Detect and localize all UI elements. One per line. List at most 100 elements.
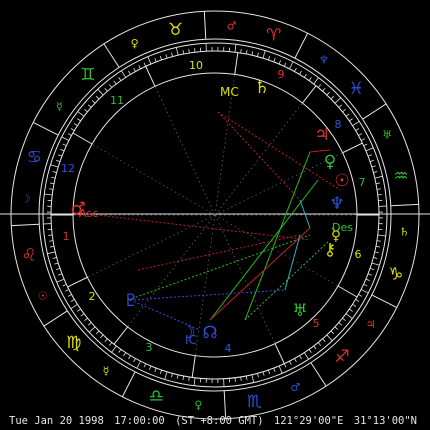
sign-cancer-glyph: ♋ (27, 147, 42, 167)
degree-tick (118, 349, 122, 353)
footer-zone: (ST +8:00 GMT) (175, 415, 264, 427)
degree-tick (88, 326, 96, 333)
house-number-8: 8 (335, 118, 342, 131)
sign-gemini-ruler: ☿ (56, 100, 63, 113)
saturn-glyph: ♄ (254, 78, 269, 98)
sign-divider (103, 43, 120, 68)
sign-aries-ruler: ♂ (227, 20, 237, 33)
house-cusp-dotted (87, 214, 216, 278)
degree-tick (84, 108, 88, 113)
house-number-4: 4 (225, 342, 232, 355)
sign-divider (294, 33, 309, 59)
house-cusp (302, 85, 317, 104)
degree-tick (56, 159, 61, 162)
degree-tick (251, 51, 254, 56)
sign-aquarius-glyph: ♒ (393, 166, 408, 186)
degree-tick (334, 326, 339, 330)
aspect-line (137, 234, 301, 271)
degree-tick (171, 373, 173, 378)
degree-tick (44, 193, 53, 196)
sign-divider (11, 223, 40, 227)
degree-tick (322, 338, 326, 343)
des-label: Des (332, 221, 353, 234)
house-number-12: 12 (61, 162, 75, 175)
venus-glyph: ♀ (324, 152, 336, 172)
degree-tick (345, 313, 353, 319)
degree-tick (128, 70, 131, 75)
house-number-3: 3 (146, 341, 153, 354)
sign-pisces-ruler: ♆ (319, 53, 329, 66)
jupiter-glyph: ♃ (314, 125, 329, 145)
house-number-11: 11 (110, 94, 124, 107)
sign-divider (371, 294, 397, 309)
degree-tick (349, 308, 353, 312)
footer-longitude: 121°29'00"E (273, 415, 344, 427)
degree-tick (171, 52, 173, 57)
sign-divider (121, 371, 136, 397)
neptune-glyph: ♆ (329, 194, 344, 214)
degree-tick (52, 257, 57, 259)
degree-tick (87, 104, 92, 108)
degree-tick (108, 342, 113, 346)
degree-tick (257, 52, 259, 57)
degree-tick (313, 77, 319, 85)
sign-libra-glyph: ♎ (149, 387, 164, 407)
degree-tick (240, 376, 242, 381)
astrology-chart-wheel: ♈♂♉♀♊☿♋☽♌☉♍☿♎ ♀ ♏♂♐♃♑♄♒♅♓♆ 123 456789101112… (0, 10, 430, 420)
degree-tick (326, 91, 330, 96)
degree-tick (313, 345, 317, 350)
degree-tick (262, 50, 266, 59)
degree-tick (56, 268, 61, 271)
degree-tick (50, 182, 55, 185)
house-number-5: 5 (313, 317, 320, 330)
degree-tick (273, 367, 276, 372)
degree-tick (80, 313, 85, 317)
degree-tick (363, 283, 368, 287)
degree-tick (49, 240, 54, 242)
degree-tick (308, 349, 312, 353)
sign-scorpio-glyph: ♏ (247, 392, 262, 412)
sign-virgo-ruler: ☿ (103, 365, 110, 378)
degree-tick (67, 294, 72, 297)
degree-tick (58, 154, 63, 157)
degree-tick (65, 289, 70, 292)
aspect-line (79, 212, 311, 241)
degree-tick (278, 365, 283, 374)
degree-tick (61, 136, 70, 141)
degree-tick (240, 49, 242, 54)
degree-tick (369, 159, 374, 162)
degree-tick (245, 375, 248, 380)
degree-tick (128, 355, 131, 360)
degree-tick (136, 360, 141, 369)
degree-tick (56, 278, 65, 283)
degree-tick (268, 369, 271, 374)
degree-tick (355, 128, 360, 131)
degree-tick (133, 358, 136, 363)
degree-tick (345, 113, 350, 117)
degree-tick (317, 84, 322, 88)
degree-tick (251, 374, 255, 383)
degree-tick (87, 322, 92, 326)
degree-tick (273, 58, 276, 63)
degree-tick (95, 330, 100, 335)
degree-tick (358, 133, 363, 136)
chart-info-footer: Tue Jan 20 1998 17:00:00 (ST +8:00 GMT) … (0, 412, 430, 430)
degree-tick (54, 262, 59, 265)
degree-tick (377, 234, 386, 237)
sign-capricorn-ruler: ♄ (399, 226, 409, 239)
house-cusp (67, 276, 88, 288)
degree-tick (164, 371, 168, 380)
sign-divider (310, 362, 327, 387)
degree-tick (360, 289, 369, 294)
degree-tick (294, 67, 297, 72)
degree-tick (154, 58, 157, 63)
aspect-line (209, 179, 319, 321)
sign-aries-glyph: ♈ (266, 25, 281, 45)
degree-tick (373, 171, 378, 173)
degree-tick (373, 257, 378, 259)
house-number-10: 10 (189, 59, 203, 72)
degree-tick (147, 56, 152, 65)
house-cusp-dotted (214, 214, 276, 344)
degree-tick (299, 70, 302, 75)
degree-tick (278, 60, 282, 65)
